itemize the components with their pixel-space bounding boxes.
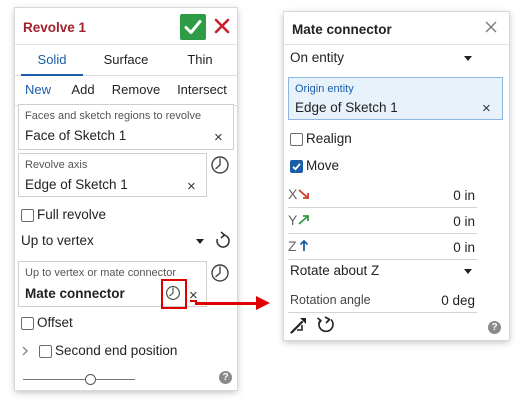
- second-end-box[interactable]: [39, 345, 52, 358]
- x-offset-row[interactable]: X 0 in: [288, 183, 477, 208]
- offset-label: Offset: [37, 315, 73, 330]
- full-revolve-label: Full revolve: [37, 207, 107, 222]
- vertex-field-value: Mate connector: [25, 286, 125, 301]
- move-box[interactable]: [290, 160, 303, 173]
- origin-field-value: Edge of Sketch 1: [295, 100, 398, 115]
- offset-checkbox[interactable]: Offset: [21, 314, 141, 332]
- slider-track[interactable]: [23, 379, 135, 380]
- rotation-angle-row[interactable]: Rotation angle 0 deg: [288, 288, 477, 313]
- flip-direction-icon[interactable]: [213, 231, 233, 251]
- operation-tabs: New Add Remove Intersect: [15, 75, 237, 106]
- rotation-type-select[interactable]: Rotate about Z: [290, 259, 475, 283]
- divider: [284, 44, 509, 45]
- faces-field-label: Faces and sketch regions to revolve: [25, 110, 202, 122]
- highlight-box: [161, 279, 187, 309]
- slider-handle[interactable]: [85, 374, 97, 385]
- close-icon: [214, 18, 230, 34]
- offset-box[interactable]: [21, 317, 34, 330]
- revolve-axis-field[interactable]: Revolve axis Edge of Sketch 1 ×: [18, 153, 207, 197]
- z-axis-label: Z: [288, 238, 297, 254]
- move-label: Move: [306, 158, 340, 173]
- dialog-header: Revolve 1: [15, 8, 237, 45]
- second-end-label: Second end position: [55, 343, 178, 358]
- vertex-field-label: Up to vertex or mate connector: [25, 267, 177, 279]
- rotation-angle-value: 0 deg: [441, 293, 475, 308]
- checkmark-icon: [184, 20, 202, 34]
- chevron-down-icon: [196, 239, 204, 244]
- y-axis-label: Y: [288, 212, 298, 228]
- z-offset-value: 0 in: [453, 240, 475, 255]
- z-offset-row[interactable]: Z 0 in: [288, 235, 477, 260]
- tab-remove[interactable]: Remove: [107, 75, 165, 105]
- tab-thin[interactable]: Thin: [163, 45, 237, 75]
- clock-icon[interactable]: [210, 155, 230, 175]
- y-offset-row[interactable]: Y 0 in: [288, 209, 477, 234]
- rotation-angle-label: Rotation angle: [290, 293, 371, 307]
- origin-field-label: Origin entity: [295, 83, 354, 95]
- flip-primary-axis-icon[interactable]: [290, 316, 308, 334]
- mate-connector-dialog: Mate connector On entity Origin entity E…: [284, 12, 509, 340]
- revolve-feature-dialog: Revolve 1 Solid Surface Thin New Add Rem…: [15, 8, 237, 390]
- x-offset-value: 0 in: [453, 188, 475, 203]
- chevron-down-icon: [464, 269, 472, 274]
- clear-origin-icon[interactable]: ×: [482, 101, 491, 116]
- rotate-90-icon[interactable]: [316, 315, 336, 335]
- axis-field-label: Revolve axis: [25, 159, 88, 171]
- full-revolve-box[interactable]: [21, 209, 34, 222]
- end-type-value: Up to vertex: [21, 233, 94, 248]
- arrow-head-icon: [256, 296, 270, 310]
- y-offset-value: 0 in: [453, 214, 475, 229]
- axis-field-value: Edge of Sketch 1: [25, 177, 128, 192]
- clock-icon[interactable]: [210, 263, 230, 283]
- dialog-title: Revolve 1: [23, 20, 87, 35]
- faces-field-value: Face of Sketch 1: [25, 128, 127, 143]
- second-end-position-checkbox[interactable]: Second end position: [39, 342, 219, 360]
- help-icon[interactable]: ?: [219, 371, 232, 384]
- accept-button[interactable]: [180, 14, 206, 40]
- realign-checkbox[interactable]: Realign: [290, 130, 410, 148]
- origin-entity-field[interactable]: Origin entity Edge of Sketch 1 ×: [288, 77, 503, 120]
- end-type-select[interactable]: Up to vertex: [21, 230, 207, 252]
- realign-box[interactable]: [290, 133, 303, 146]
- close-icon[interactable]: [484, 20, 498, 34]
- y-axis-arrow-icon: [298, 215, 309, 225]
- clear-faces-icon[interactable]: ×: [214, 130, 223, 145]
- placement-value: On entity: [290, 50, 345, 65]
- dialog-title: Mate connector: [292, 22, 392, 37]
- rotation-type-value: Rotate about Z: [290, 263, 380, 278]
- tab-surface[interactable]: Surface: [89, 45, 163, 75]
- checkmark-icon: [292, 163, 301, 171]
- realign-label: Realign: [306, 131, 352, 146]
- tab-intersect[interactable]: Intersect: [169, 75, 235, 105]
- cancel-button[interactable]: [212, 16, 232, 36]
- arrow-shaft: [195, 302, 259, 305]
- tab-add[interactable]: Add: [63, 75, 103, 105]
- clear-axis-icon[interactable]: ×: [187, 179, 196, 194]
- chevron-down-icon: [464, 56, 472, 61]
- body-type-tabs: Solid Surface Thin: [15, 45, 237, 76]
- z-axis-arrow-icon: [299, 240, 309, 251]
- x-axis-label: X: [288, 186, 298, 202]
- tab-solid[interactable]: Solid: [15, 45, 89, 76]
- x-axis-arrow-icon: [298, 189, 309, 199]
- placement-select[interactable]: On entity: [290, 46, 475, 70]
- tab-new[interactable]: New: [17, 75, 59, 106]
- full-revolve-checkbox[interactable]: Full revolve: [21, 206, 141, 224]
- move-checkbox[interactable]: Move: [290, 157, 410, 175]
- faces-selection-field[interactable]: Faces and sketch regions to revolve Face…: [18, 104, 234, 150]
- chevron-right-icon[interactable]: [21, 345, 29, 357]
- help-icon[interactable]: ?: [488, 321, 501, 334]
